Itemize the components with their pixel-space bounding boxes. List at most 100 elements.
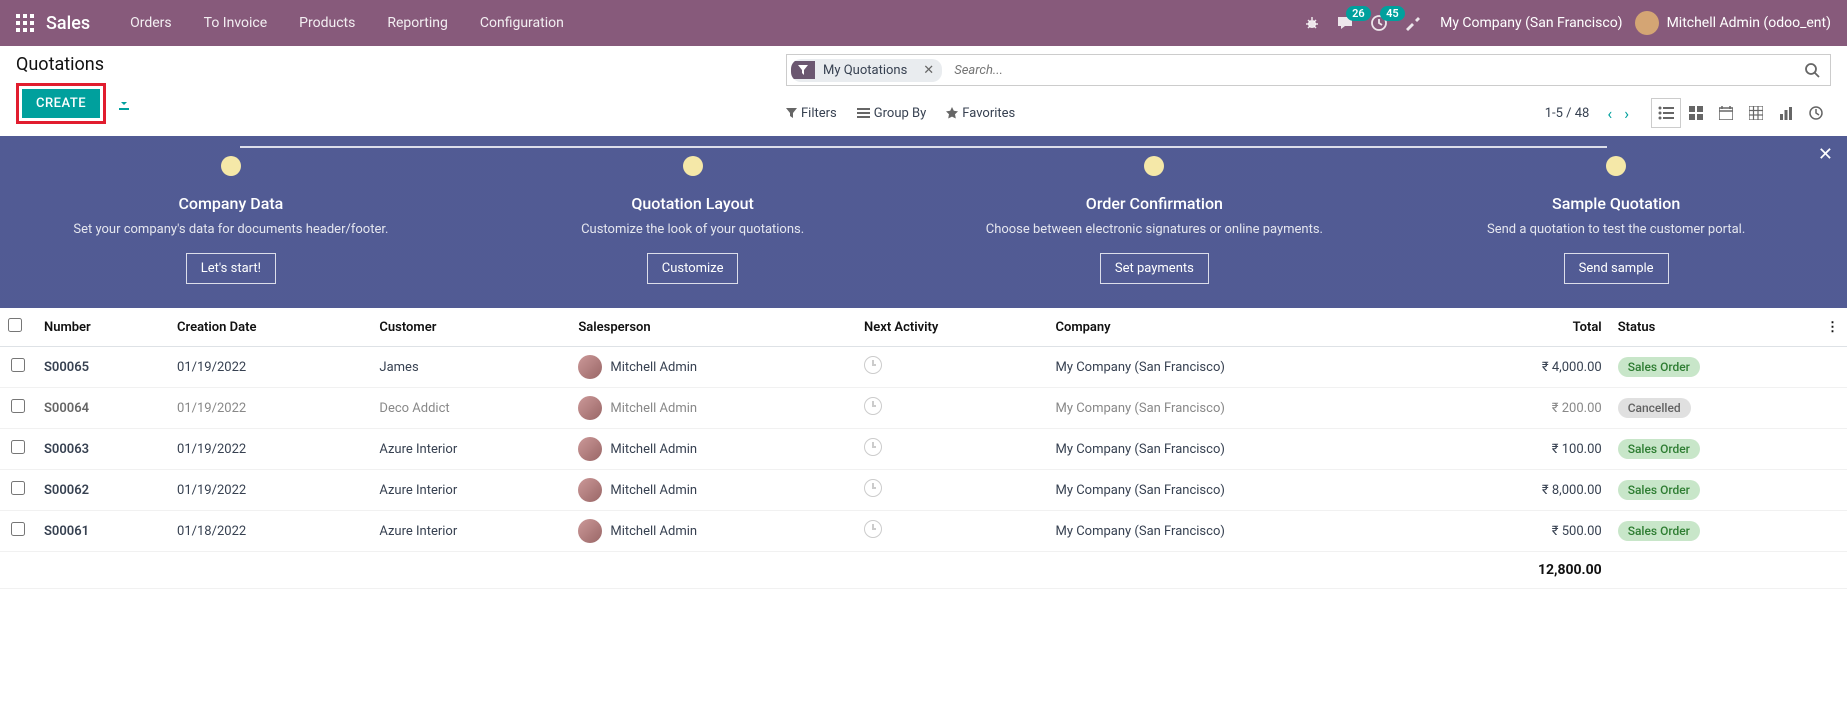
view-kanban-icon[interactable] bbox=[1681, 98, 1711, 128]
clock-icon bbox=[864, 520, 882, 538]
pager-text[interactable]: 1-5 / 48 bbox=[1545, 106, 1590, 121]
cell-activity[interactable] bbox=[856, 511, 1047, 552]
view-calendar-icon[interactable] bbox=[1711, 98, 1741, 128]
view-pivot-icon[interactable] bbox=[1741, 98, 1771, 128]
cell-number: S00061 bbox=[36, 511, 169, 552]
header-salesperson[interactable]: Salesperson bbox=[570, 308, 856, 347]
cell-company: My Company (San Francisco) bbox=[1047, 388, 1440, 429]
row-checkbox[interactable] bbox=[11, 522, 25, 536]
table-row[interactable]: S00061 01/18/2022 Azure Interior Mitchel… bbox=[0, 511, 1847, 552]
menu-configuration[interactable]: Configuration bbox=[464, 15, 580, 31]
step-desc: Customize the look of your quotations. bbox=[462, 221, 924, 239]
step-dot-icon bbox=[1144, 156, 1164, 176]
table-row[interactable]: S00062 01/19/2022 Azure Interior Mitchel… bbox=[0, 470, 1847, 511]
salesperson-avatar-icon bbox=[578, 519, 602, 543]
apps-icon[interactable] bbox=[16, 14, 34, 32]
header-customer[interactable]: Customer bbox=[371, 308, 570, 347]
cell-activity[interactable] bbox=[856, 347, 1047, 388]
favorites-button[interactable]: Favorites bbox=[946, 106, 1015, 121]
search-input[interactable] bbox=[946, 63, 1794, 78]
row-checkbox[interactable] bbox=[11, 440, 25, 454]
clock-icon bbox=[864, 479, 882, 497]
header-creation-date[interactable]: Creation Date bbox=[169, 308, 371, 347]
pager-next-icon[interactable]: › bbox=[1618, 104, 1635, 123]
groupby-button[interactable]: Group By bbox=[857, 106, 927, 121]
search-facet-remove-icon[interactable]: ✕ bbox=[915, 59, 942, 82]
cell-activity[interactable] bbox=[856, 470, 1047, 511]
onboarding-banner: ✕ Company Data Set your company's data f… bbox=[0, 136, 1847, 308]
cell-customer: Deco Addict bbox=[371, 388, 570, 429]
cell-status: Sales Order bbox=[1610, 347, 1818, 388]
menu-to-invoice[interactable]: To Invoice bbox=[188, 15, 284, 31]
row-checkbox[interactable] bbox=[11, 358, 25, 372]
filters-button[interactable]: Filters bbox=[786, 106, 837, 121]
step-button[interactable]: Let's start! bbox=[186, 253, 276, 284]
cell-status: Sales Order bbox=[1610, 511, 1818, 552]
view-graph-icon[interactable] bbox=[1771, 98, 1801, 128]
user-menu[interactable]: Mitchell Admin (odoo_ent) bbox=[1635, 11, 1831, 35]
cell-total: ₹ 4,000.00 bbox=[1441, 347, 1610, 388]
menu-reporting[interactable]: Reporting bbox=[371, 15, 464, 31]
salesperson-avatar-icon bbox=[578, 355, 602, 379]
company-selector[interactable]: My Company (San Francisco) bbox=[1440, 15, 1622, 31]
pager-prev-icon[interactable]: ‹ bbox=[1601, 104, 1618, 123]
status-badge: Sales Order bbox=[1618, 439, 1700, 459]
app-name[interactable]: Sales bbox=[46, 13, 90, 34]
create-highlight: CREATE bbox=[16, 83, 106, 124]
cell-salesperson: Mitchell Admin bbox=[570, 511, 856, 552]
column-options-icon[interactable]: ⋮ bbox=[1818, 308, 1847, 347]
menu-orders[interactable]: Orders bbox=[114, 15, 188, 31]
bug-icon[interactable] bbox=[1304, 15, 1320, 31]
salesperson-avatar-icon bbox=[578, 396, 602, 420]
onboard-step: Quotation Layout Customize the look of y… bbox=[462, 156, 924, 284]
header-number[interactable]: Number bbox=[36, 308, 169, 347]
download-icon[interactable] bbox=[116, 96, 132, 112]
cell-activity[interactable] bbox=[856, 388, 1047, 429]
row-checkbox[interactable] bbox=[11, 481, 25, 495]
cell-customer: Azure Interior bbox=[371, 511, 570, 552]
cell-date: 01/19/2022 bbox=[169, 347, 371, 388]
step-dot-icon bbox=[683, 156, 703, 176]
view-activity-icon[interactable] bbox=[1801, 98, 1831, 128]
step-button[interactable]: Send sample bbox=[1564, 253, 1669, 284]
cell-company: My Company (San Francisco) bbox=[1047, 470, 1440, 511]
cell-salesperson: Mitchell Admin bbox=[570, 347, 856, 388]
step-dot-icon bbox=[1606, 156, 1626, 176]
step-desc: Set your company's data for documents he… bbox=[0, 221, 462, 239]
clock-icon bbox=[864, 397, 882, 415]
row-checkbox[interactable] bbox=[11, 399, 25, 413]
cell-number: S00062 bbox=[36, 470, 169, 511]
view-switcher bbox=[1651, 98, 1831, 128]
progress-line bbox=[240, 146, 1607, 148]
messages-icon[interactable]: 26 bbox=[1336, 14, 1354, 32]
groupby-label: Group By bbox=[874, 106, 927, 121]
table-row[interactable]: S00065 01/19/2022 James Mitchell Admin M… bbox=[0, 347, 1847, 388]
status-badge: Sales Order bbox=[1618, 521, 1700, 541]
step-button[interactable]: Customize bbox=[647, 253, 739, 284]
activities-icon[interactable]: 45 bbox=[1370, 14, 1388, 32]
menu-products[interactable]: Products bbox=[283, 15, 371, 31]
cell-number: S00063 bbox=[36, 429, 169, 470]
onboard-step: Order Confirmation Choose between electr… bbox=[924, 156, 1386, 284]
cell-date: 01/19/2022 bbox=[169, 429, 371, 470]
cell-salesperson: Mitchell Admin bbox=[570, 429, 856, 470]
footer-total: 12,800.00 bbox=[1441, 552, 1610, 589]
activities-badge: 45 bbox=[1380, 6, 1405, 21]
create-button[interactable]: CREATE bbox=[22, 89, 100, 118]
step-button[interactable]: Set payments bbox=[1100, 253, 1209, 284]
header-status[interactable]: Status bbox=[1610, 308, 1818, 347]
table-row[interactable]: S00064 01/19/2022 Deco Addict Mitchell A… bbox=[0, 388, 1847, 429]
view-list-icon[interactable] bbox=[1651, 98, 1681, 128]
cell-customer: Azure Interior bbox=[371, 429, 570, 470]
header-company[interactable]: Company bbox=[1047, 308, 1440, 347]
header-total[interactable]: Total bbox=[1441, 308, 1610, 347]
cell-activity[interactable] bbox=[856, 429, 1047, 470]
cell-number: S00064 bbox=[36, 388, 169, 429]
table-row[interactable]: S00063 01/19/2022 Azure Interior Mitchel… bbox=[0, 429, 1847, 470]
header-next-activity[interactable]: Next Activity bbox=[856, 308, 1047, 347]
tools-icon[interactable] bbox=[1404, 15, 1420, 31]
select-all-checkbox[interactable] bbox=[8, 318, 22, 332]
search-icon[interactable] bbox=[1794, 62, 1830, 78]
salesperson-avatar-icon bbox=[578, 478, 602, 502]
filter-icon bbox=[791, 61, 815, 79]
